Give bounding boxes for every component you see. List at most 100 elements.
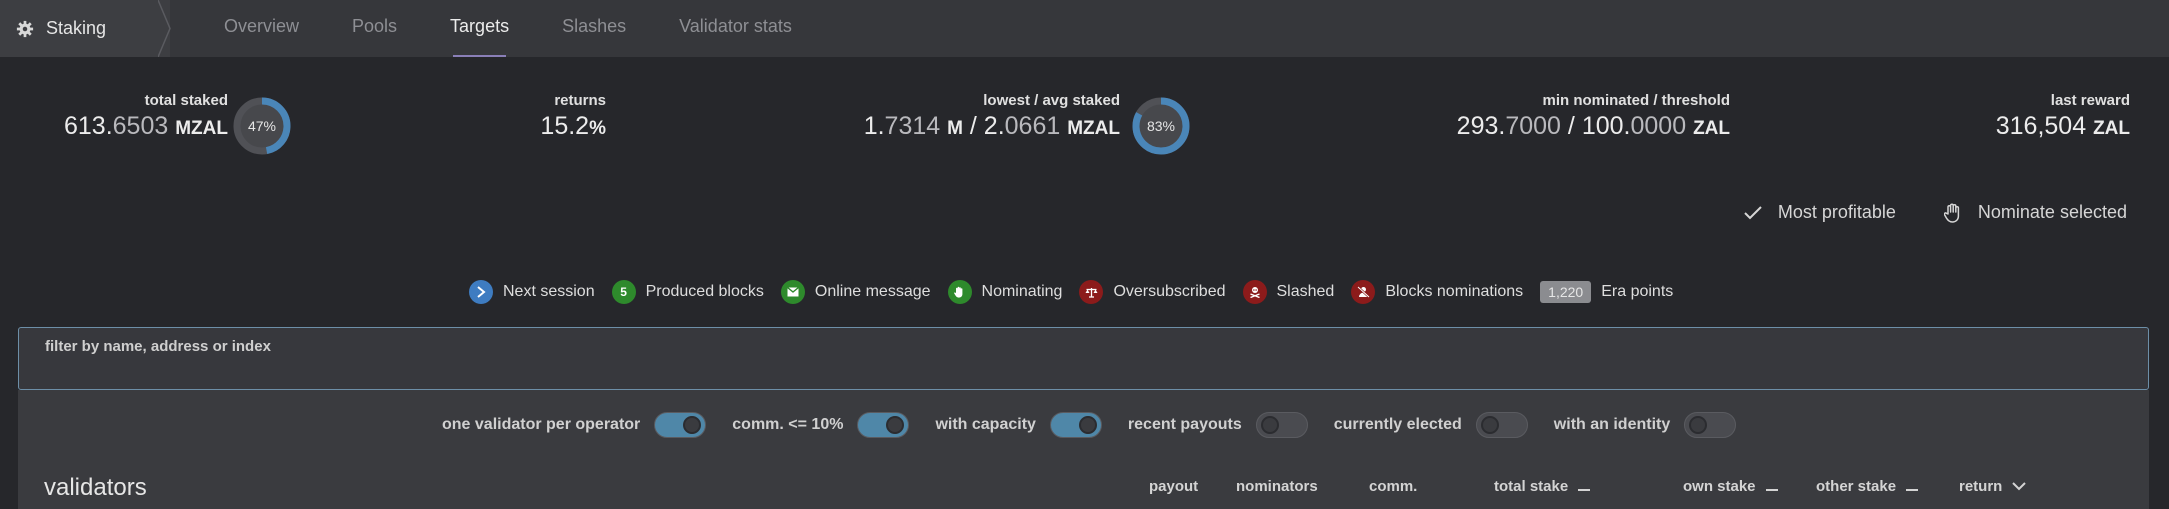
produced-blocks-badge: 5	[611, 280, 636, 304]
hand-icon	[1943, 203, 1960, 223]
tab-targets[interactable]: Targets	[450, 0, 509, 57]
breadcrumb-chevron-icon	[158, 0, 171, 57]
next-session-icon	[469, 280, 493, 304]
column-header-payout[interactable]: payout	[1149, 478, 1198, 495]
toggle-switch[interactable]	[1255, 412, 1308, 438]
most-profitable-label: Most profitable	[1777, 202, 1896, 222]
lowest-avg-value: 1.7314 M / 2.0661 MZAL	[863, 112, 1120, 140]
sort-neutral-icon	[1906, 478, 1919, 495]
tab-pools[interactable]: Pools	[352, 0, 397, 57]
legend-next-session-label: Next session	[503, 283, 595, 300]
legend-nominating: Nominating	[947, 280, 1063, 304]
toggle-commission-limit[interactable]: comm. <= 10%	[732, 412, 910, 438]
validators-panel: one validator per operator comm. <= 10% …	[18, 390, 2149, 509]
top-navigation: Staking Overview Pools Targets Slashes V…	[0, 0, 2169, 57]
total-staked-donut: 47%	[233, 97, 291, 155]
last-reward-label: last reward	[2050, 92, 2130, 109]
toggle-with-capacity-label: with capacity	[935, 416, 1036, 433]
tab-overview[interactable]: Overview	[224, 0, 299, 57]
lowest-avg-label: lowest / avg staked	[983, 92, 1120, 109]
toggle-knob	[886, 416, 905, 434]
status-legend: Next session 5 Produced blocks Online me…	[469, 280, 1690, 304]
legend-nominating-label: Nominating	[981, 283, 1063, 300]
tab-validator-stats[interactable]: Validator stats	[679, 0, 792, 57]
filter-label: filter by name, address or index	[45, 338, 271, 355]
column-other-stake-label: other stake	[1816, 478, 1897, 495]
toggle-switch[interactable]	[1684, 412, 1737, 438]
legend-next-session: Next session	[469, 280, 595, 304]
legend-produced-blocks: 5 Produced blocks	[611, 280, 764, 304]
toggle-with-identity[interactable]: with an identity	[1554, 412, 1737, 438]
lowest-avg-staked-summary: lowest / avg staked 1.7314 M / 2.0661 MZ…	[820, 92, 1120, 141]
filter-box: filter by name, address or index	[18, 327, 2149, 390]
toggle-currently-elected-label: currently elected	[1333, 416, 1462, 433]
toggle-knob	[683, 416, 702, 434]
filter-input[interactable]	[45, 356, 2122, 378]
staking-brand[interactable]: Staking	[0, 0, 170, 57]
min-nominated-value: 293.7000 / 100.0000 ZAL	[1456, 112, 1730, 140]
legend-blocks-nominations-label: Blocks nominations	[1385, 283, 1524, 300]
toggle-one-validator-per-operator[interactable]: one validator per operator	[442, 412, 707, 438]
column-payout-label: payout	[1149, 478, 1199, 495]
toggle-commission-limit-label: comm. <= 10%	[732, 416, 844, 433]
check-icon	[1744, 205, 1762, 219]
envelope-icon	[780, 280, 805, 304]
column-header-own-stake[interactable]: own stake	[1683, 478, 1778, 495]
last-reward-value: 316,504 ZAL	[1995, 112, 2130, 140]
total-staked-label: total staked	[144, 92, 228, 109]
toggle-switch[interactable]	[1475, 412, 1528, 438]
column-commission-label: comm.	[1369, 478, 1418, 495]
column-nominators-label: nominators	[1236, 478, 1318, 495]
toggle-recent-payouts-label: recent payouts	[1127, 416, 1242, 433]
toggle-recent-payouts[interactable]: recent payouts	[1128, 412, 1308, 438]
skull-crossbones-icon	[1242, 280, 1267, 304]
action-bar: Most profitable Nominate selected	[1696, 202, 2127, 223]
column-header-total-stake[interactable]: total stake	[1494, 478, 1591, 495]
hand-paper-icon	[947, 280, 972, 304]
returns-label: returns	[554, 92, 606, 109]
legend-online-message: Online message	[780, 280, 931, 304]
returns-value: 15.2%	[540, 112, 606, 140]
legend-oversubscribed-label: Oversubscribed	[1113, 283, 1226, 300]
toggle-switch[interactable]	[857, 412, 910, 438]
column-own-stake-label: own stake	[1683, 478, 1756, 495]
legend-slashed-label: Slashed	[1276, 283, 1335, 300]
column-header-commission[interactable]: comm.	[1369, 478, 1417, 495]
returns-summary: returns 15.2%	[520, 92, 606, 141]
nominate-selected-label: Nominate selected	[1977, 202, 2127, 222]
filter-toggles: one validator per operator comm. <= 10% …	[442, 412, 1762, 438]
tab-bar: Overview Pools Targets Slashes Validator…	[224, 0, 845, 57]
min-nominated-label: min nominated / threshold	[1542, 92, 1730, 109]
chevron-down-icon	[2012, 478, 2027, 495]
toggle-knob	[1078, 416, 1097, 434]
toggle-one-validator-per-operator-label: one validator per operator	[442, 416, 641, 433]
nominate-selected-button[interactable]: Nominate selected	[1943, 202, 2127, 223]
sort-neutral-icon	[1578, 478, 1591, 495]
staking-summary: total staked 613.6503 MZAL 47% returns 1…	[0, 92, 2169, 172]
column-header-return[interactable]: return	[1959, 478, 2027, 495]
legend-slashed: Slashed	[1242, 280, 1335, 304]
column-header-other-stake[interactable]: other stake	[1816, 478, 1919, 495]
toggle-currently-elected[interactable]: currently elected	[1334, 412, 1528, 438]
toggle-switch[interactable]	[654, 412, 707, 438]
legend-produced-blocks-label: Produced blocks	[645, 283, 764, 300]
last-reward-summary: last reward 316,504 ZAL	[1940, 92, 2130, 141]
most-profitable-button[interactable]: Most profitable	[1744, 202, 1896, 223]
era-points-badge: 1,220	[1540, 281, 1592, 303]
toggle-knob	[1260, 416, 1279, 434]
toggle-switch[interactable]	[1049, 412, 1102, 438]
column-total-stake-label: total stake	[1494, 478, 1569, 495]
column-return-label: return	[1959, 478, 2003, 495]
sort-neutral-icon	[1765, 478, 1778, 495]
column-header-nominators[interactable]: nominators	[1236, 478, 1318, 495]
lowest-avg-percent: 83%	[1147, 118, 1175, 134]
tab-slashes[interactable]: Slashes	[562, 0, 626, 57]
validators-table-title: validators	[44, 474, 147, 501]
total-staked-percent: 47%	[248, 118, 276, 134]
total-staked-value: 613.6503 MZAL	[63, 112, 228, 140]
user-slash-icon	[1351, 280, 1376, 304]
toggle-with-capacity[interactable]: with capacity	[935, 412, 1102, 438]
toggle-knob	[1689, 416, 1708, 434]
legend-oversubscribed: Oversubscribed	[1079, 280, 1226, 304]
lowest-avg-donut: 83%	[1132, 97, 1190, 155]
